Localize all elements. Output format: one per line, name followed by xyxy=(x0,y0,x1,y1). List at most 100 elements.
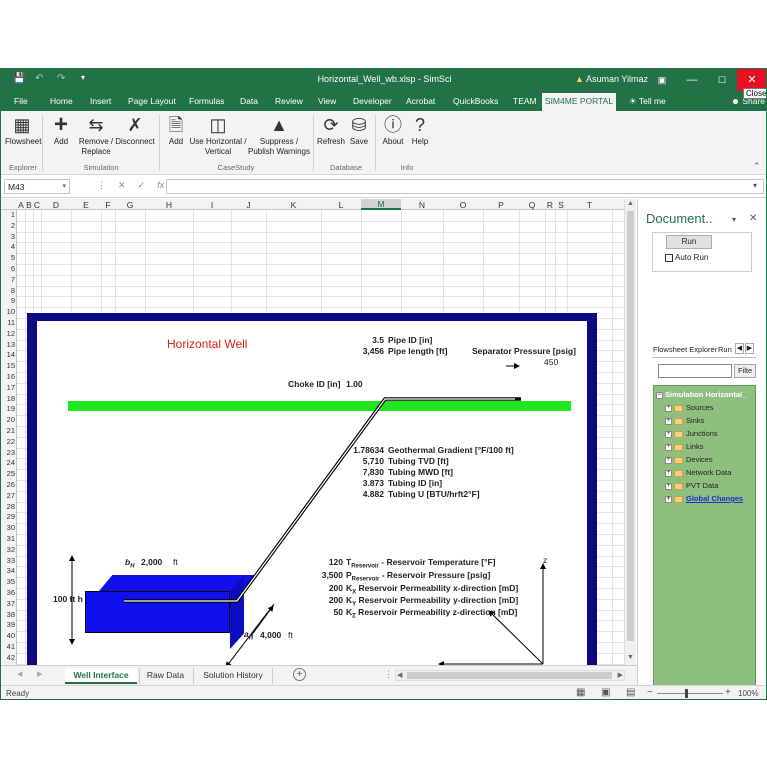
tree-item-global-changes[interactable]: + Global Changes xyxy=(663,492,743,505)
formula-bar: M43 ▾ ⋮✕✓fx ▾ xyxy=(1,176,766,198)
tab-options-icon[interactable]: ⋮ xyxy=(384,669,393,680)
tab-file[interactable]: File xyxy=(14,96,28,106)
add-document-icon: 🗎 xyxy=(168,115,184,135)
tab-review[interactable]: Review xyxy=(275,96,303,106)
worksheet-grid[interactable]: ABCDEFGHIJKLMNOPQRST 1 2 3 4 5 6 7 8 9 10 11 12 13 14… xyxy=(1,199,624,665)
folder-icon xyxy=(674,404,683,412)
auto-run-checkbox[interactable]: Auto Run xyxy=(665,253,708,262)
scroll-up-icon[interactable]: ▲ xyxy=(627,200,634,207)
reservoir-pressure-value: 3,500 xyxy=(321,570,343,580)
page-layout-view-icon[interactable]: ▣ xyxy=(601,687,610,698)
colon-icon: ⋮ xyxy=(97,180,118,190)
filter-input[interactable] xyxy=(658,364,732,378)
document-panel: Document.. ▾ ✕ Run Auto Run Flowsheet Ex… xyxy=(637,199,766,699)
panel-tab-prev-icon[interactable]: ◀ xyxy=(735,343,744,354)
tubing-id-label: Tubing ID [in] xyxy=(388,478,443,488)
tab-formulas[interactable]: Formulas xyxy=(189,96,224,106)
flowsheet-button[interactable]: ▦ Flowsheet xyxy=(5,113,41,147)
zoom-slider[interactable] xyxy=(657,693,723,694)
vertical-scrollbar[interactable]: ▲ ▼ xyxy=(624,199,636,665)
hscroll-right-icon[interactable]: ▶ xyxy=(618,671,623,679)
save-database-button[interactable]: ⛁ Save xyxy=(346,113,372,147)
zoom-slider-thumb[interactable] xyxy=(685,689,688,698)
tab-developer[interactable]: Developer xyxy=(353,96,392,106)
plus-icon: + xyxy=(53,111,68,138)
panel-tab-next-icon[interactable]: ▶ xyxy=(745,343,754,354)
tubing-u-label: Tubing U [BTU/hrft2°F] xyxy=(388,489,480,499)
panel-tab-flowsheet-explorer[interactable]: Flowsheet Explorer xyxy=(653,345,717,354)
enter-icon[interactable]: ✓ xyxy=(138,180,158,190)
sheet-scroll-left-icon[interactable]: ◀ xyxy=(17,670,22,678)
add-button[interactable]: + Add xyxy=(48,113,74,147)
zoom-out-icon[interactable]: − xyxy=(647,687,653,698)
tree-item-devices[interactable]: + Devices xyxy=(663,453,713,466)
status-bar: Ready ▦ ▣ ▤ − + 100% xyxy=(1,685,766,699)
tubing-mwd-value: 7,830 xyxy=(362,467,384,477)
run-button[interactable]: Run xyxy=(666,235,712,249)
page-break-view-icon[interactable]: ▤ xyxy=(626,687,635,698)
normal-view-icon[interactable]: ▦ xyxy=(576,687,585,698)
excel-window: 💾 ↶ ↷ ▾ Horizontal_Well_wb.xlsp - SimSci… xyxy=(0,68,767,700)
tab-sim4me-portal[interactable]: SIM4ME PORTAL xyxy=(542,93,616,111)
new-sheet-icon[interactable]: + xyxy=(293,668,306,681)
sheet-tab-raw-data[interactable]: Raw Data xyxy=(139,668,191,684)
hscroll-left-icon[interactable]: ◀ xyxy=(397,671,402,679)
expand-formula-bar-icon[interactable]: ▾ xyxy=(753,181,757,190)
horizontal-scrollbar[interactable]: ◀ ▶ xyxy=(395,670,625,681)
tree-item-junctions[interactable]: + Junctions xyxy=(663,427,718,440)
cancel-icon[interactable]: ✕ xyxy=(118,180,138,190)
tree-root[interactable]: − Simulation Horizontal_ xyxy=(654,388,746,401)
panel-close-icon[interactable]: ✕ xyxy=(749,213,757,224)
person-icon: ☻ xyxy=(731,96,740,106)
tab-insert[interactable]: Insert xyxy=(90,96,111,106)
suppress-publish-warnings-button[interactable]: ▲ Suppress / Publish Warnings xyxy=(247,113,311,157)
expand-icon: + xyxy=(665,456,672,464)
tree-item-network-data[interactable]: + Network Data xyxy=(663,466,731,479)
formula-input[interactable] xyxy=(166,179,764,194)
panel-title: Document.. xyxy=(646,211,713,226)
tab-data[interactable]: Data xyxy=(240,96,258,106)
info-icon: ⓘ xyxy=(384,115,402,135)
folder-icon xyxy=(674,495,683,503)
tree-item-sinks[interactable]: + Sinks xyxy=(663,414,704,427)
formula-icons: ⋮✕✓fx xyxy=(97,180,164,191)
tab-home[interactable]: Home xyxy=(50,96,73,106)
disconnect-button[interactable]: ✗ Disconnect xyxy=(115,113,155,147)
flowsheet-tree[interactable]: − Simulation Horizontal_ + Sources + Sinks … xyxy=(653,385,756,699)
about-button[interactable]: ⓘ About xyxy=(379,113,407,147)
tree-item-pvt-data[interactable]: + PVT Data xyxy=(663,479,718,492)
remove-replace-button[interactable]: ⇆ Remove / Replace xyxy=(77,113,115,157)
maximize-button[interactable]: ☐ xyxy=(707,69,737,91)
tab-acrobat[interactable]: Acrobat xyxy=(406,96,435,106)
scroll-down-icon[interactable]: ▼ xyxy=(627,654,634,661)
collapse-ribbon-icon[interactable]: ⌃ xyxy=(753,161,761,172)
choke-id-value: 1.00 xyxy=(346,379,363,389)
sheet-tab-solution-history[interactable]: Solution History xyxy=(193,668,273,684)
zoom-level[interactable]: 100% xyxy=(738,689,758,698)
user-name[interactable]: ▲ Asuman Yilmaz xyxy=(575,74,648,84)
hscroll-thumb[interactable] xyxy=(407,672,612,679)
tab-tell-me[interactable]: ☀ Tell me xyxy=(629,96,666,107)
panel-tab-run[interactable]: Run xyxy=(718,345,732,354)
tab-team[interactable]: TEAM xyxy=(513,96,537,106)
scroll-thumb[interactable] xyxy=(627,211,634,641)
filter-button[interactable]: Filte xyxy=(734,364,756,378)
tab-page-layout[interactable]: Page Layout xyxy=(128,96,176,106)
help-button[interactable]: ? Help xyxy=(407,113,433,147)
ribbon-display-icon[interactable]: ▣ xyxy=(647,69,677,91)
tree-item-links[interactable]: + Links xyxy=(663,440,704,453)
disconnect-icon: ✗ xyxy=(127,115,143,135)
sheet-tab-well-interface[interactable]: Well Interface xyxy=(65,668,137,684)
tab-view[interactable]: View xyxy=(318,96,336,106)
add-case-button[interactable]: 🗎 Add xyxy=(164,113,188,147)
use-horizontal-vertical-button[interactable]: ◫ Use Horizontal / Vertical xyxy=(188,113,248,157)
zoom-in-icon[interactable]: + xyxy=(725,687,731,698)
refresh-button[interactable]: ⟳ Refresh xyxy=(316,113,346,147)
minimize-button[interactable]: — xyxy=(677,69,707,91)
fx-icon[interactable]: fx xyxy=(157,180,164,190)
name-box[interactable]: M43 ▾ xyxy=(4,179,70,194)
sheet-scroll-right-icon[interactable]: ▶ xyxy=(37,670,42,678)
tab-quickbooks[interactable]: QuickBooks xyxy=(453,96,498,106)
panel-options-icon[interactable]: ▾ xyxy=(732,215,736,224)
tree-item-sources[interactable]: + Sources xyxy=(663,401,714,414)
